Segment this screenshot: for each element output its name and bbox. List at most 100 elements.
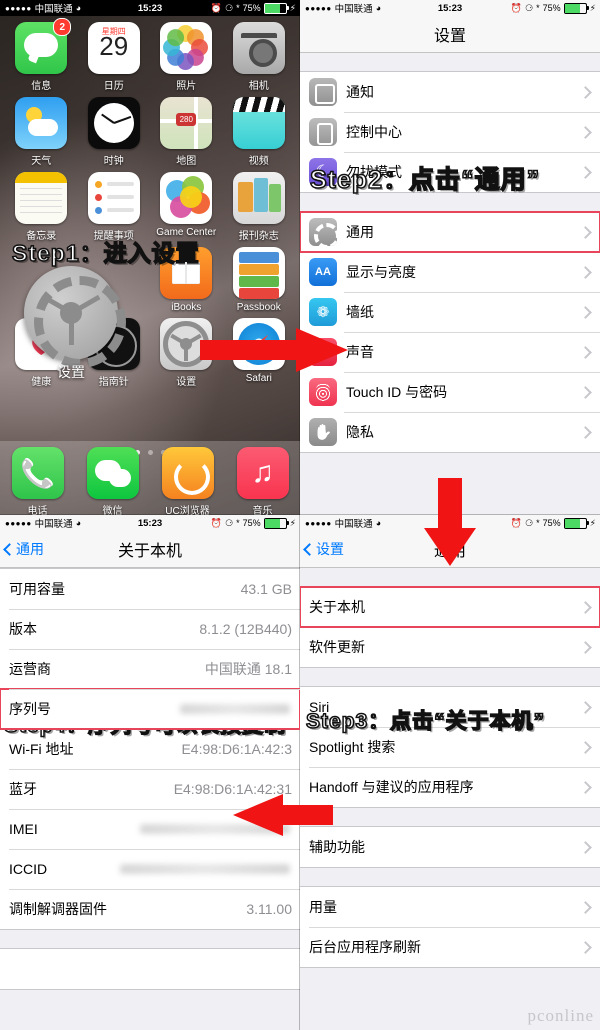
panel-seam-vertical [299,0,300,1030]
game-center-icon[interactable] [160,172,213,224]
app-label: Passbook [236,302,281,313]
about-row-serial-number[interactable]: 序列号 [0,688,300,730]
settings-row-privacy[interactable]: 隐私 [300,412,600,452]
chevron-right-icon [579,840,592,854]
general-gear-icon [309,218,337,246]
settings-list[interactable]: 通知 控制中心 勿扰模式 通用 [300,53,600,515]
music-icon[interactable] [236,447,289,499]
chevron-right-icon [579,600,592,614]
general-row-handoff[interactable]: Handoff 与建议的应用程序 [300,767,600,807]
back-button-settings[interactable]: 设置 [300,539,344,559]
settings-row-wallpaper[interactable]: 墙纸 [300,292,600,332]
calendar-icon[interactable]: 星期四 29 [87,22,140,74]
app-messages[interactable]: 2 信息 [10,18,73,92]
settings-row-control-center[interactable]: 控制中心 [300,112,600,152]
reminders-icon[interactable] [87,172,140,224]
about-row-iccid[interactable]: ICCID [0,849,300,889]
general-row-software-update[interactable]: 软件更新 [300,627,600,667]
app-maps[interactable]: 280 地图 [155,97,218,167]
about-group: 可用容量 43.1 GB 版本 8.1.2 (12B440) 运营商 中国联通 … [0,568,300,930]
general-list[interactable]: 关于本机 软件更新 Siri Spotlight 搜索 Handoff 与建议的… [300,568,600,1030]
panel-general: ●●●●● 中国联通 ◕ 15:23 ⏰ ⚆ * 75% ⚡ 设置 通用 [300,515,600,1030]
clock-icon[interactable] [87,97,140,149]
camera-icon[interactable] [232,22,285,74]
status-bar-settings: ●●●●● 中国联通 ◕ 15:23 ⏰ ⚆ * 75% ⚡ [300,0,600,16]
dock-uc-browser[interactable]: UC浏览器 [161,447,214,515]
back-button-general[interactable]: 通用 [0,539,44,559]
chevron-left-icon [303,542,316,556]
chevron-right-icon [579,125,592,139]
row-value: 3.11.00 [246,901,292,917]
wechat-icon[interactable] [86,447,139,499]
about-row-carrier[interactable]: 运营商 中国联通 18.1 [0,649,300,689]
phone-icon[interactable] [11,447,64,499]
general-row-usage[interactable]: 用量 [300,887,600,927]
app-weather[interactable]: 天气 [10,97,73,167]
app-newsstand[interactable]: 报刊杂志 [228,172,291,242]
dock-music[interactable]: 音乐 [236,447,289,515]
about-navbar: 通用 关于本机 [0,531,300,568]
app-clock[interactable]: 时钟 [83,97,146,167]
about-row-modem-firmware[interactable]: 调制解调器固件 3.11.00 [0,889,300,929]
about-row-version[interactable]: 版本 8.1.2 (12B440) [0,609,300,649]
general-row-accessibility[interactable]: 辅助功能 [300,827,600,867]
row-label: 墙纸 [346,304,374,320]
battery-icon [563,517,589,529]
row-label: 序列号 [9,701,51,717]
privacy-icon [309,418,337,446]
messages-badge: 2 [53,18,72,36]
chevron-right-icon [579,85,592,99]
row-label: 通用 [346,224,374,240]
row-label: ICCID [9,861,48,877]
settings-row-general[interactable]: 通用 [300,211,600,253]
dock-phone[interactable]: 电话 [11,447,64,515]
settings-row-touch-id[interactable]: Touch ID 与密码 [300,372,600,412]
app-game-center[interactable]: Game Center [155,172,218,242]
maps-shield-label: 280 [176,113,197,126]
settings-row-notifications[interactable]: 通知 [300,72,600,112]
redacted-value [120,864,290,874]
control-center-icon [309,118,337,146]
overlay-settings-gear-icon [24,266,126,368]
dock-wechat[interactable]: 微信 [86,447,139,515]
photos-icon[interactable] [160,22,213,74]
app-reminders[interactable]: 提醒事项 [83,172,146,242]
row-label: 关于本机 [309,599,365,615]
row-value: E4:98:D6:1A:42:3 [181,741,292,757]
about-row-capacity[interactable]: 可用容量 43.1 GB [0,569,300,609]
row-value: 8.1.2 (12B440) [199,621,292,637]
arrow-right-to-general [200,328,348,372]
settings-row-display-brightness[interactable]: 显示与亮度 [300,252,600,292]
newsstand-icon[interactable] [232,172,285,224]
chevron-right-icon [579,700,592,714]
chevron-right-icon [579,225,592,239]
row-label: IMEI [9,821,38,837]
passbook-icon[interactable] [232,247,285,299]
app-notes[interactable]: 备忘录 [10,172,73,242]
chevron-right-icon [579,385,592,399]
row-label: 软件更新 [309,639,365,655]
app-label: 设置 [176,377,197,388]
tutorial-collage: ●●●●● 中国联通 ◕ 15:23 ⏰ ⚆ * 75% ⚡ 2 信息 星期四 … [0,0,600,1030]
notes-icon[interactable] [15,172,68,224]
calendar-day: 29 [99,31,129,61]
arrow-down-to-general-title [424,478,476,566]
row-label: 显示与亮度 [346,264,416,280]
step1-caption: Step1：进入设置 [11,239,200,267]
app-calendar[interactable]: 星期四 29 日历 [83,22,146,92]
videos-icon[interactable] [232,97,285,149]
app-videos[interactable]: 视频 [228,97,291,167]
maps-icon[interactable]: 280 [160,97,213,149]
general-row-background-refresh[interactable]: 后台应用程序刷新 [300,927,600,967]
uc-browser-icon[interactable] [161,447,214,499]
app-photos[interactable]: 照片 [155,22,218,92]
general-row-about[interactable]: 关于本机 [300,586,600,628]
app-camera[interactable]: 相机 [228,22,291,92]
status-bar-clock: 15:23 [137,2,163,14]
weather-icon[interactable] [15,97,68,149]
chevron-right-icon [579,305,592,319]
app-passbook[interactable]: Passbook [228,247,291,313]
row-label: 辅助功能 [309,839,365,855]
home-screen-wallpaper: 2 信息 星期四 29 日历 照片 相机 天气 时钟 280 地图 视频 备忘录… [0,16,300,515]
app-label: 日历 [103,81,124,92]
